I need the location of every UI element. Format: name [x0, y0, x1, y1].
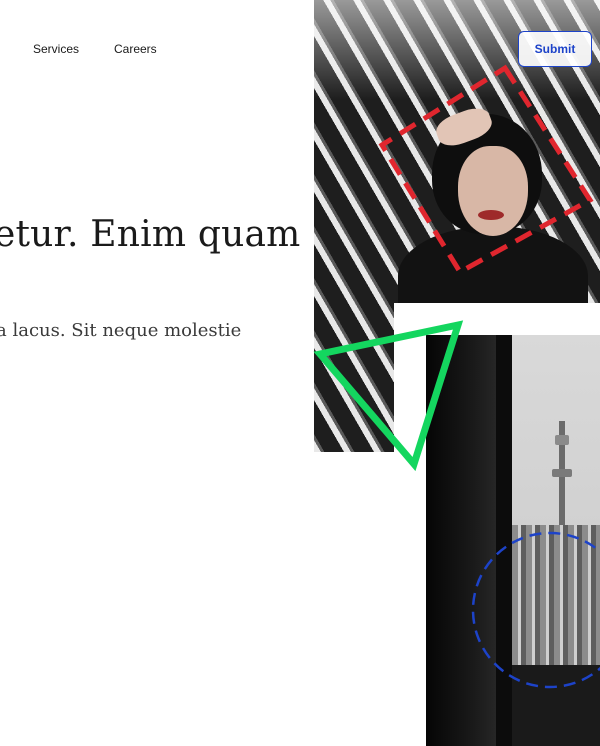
- woman-face: [458, 146, 528, 236]
- nav-link-services[interactable]: Services: [33, 42, 79, 56]
- hero-subtext: a lacus. Sit neque molestie: [0, 320, 242, 341]
- city-photo: [426, 335, 600, 746]
- submit-button[interactable]: Submit: [518, 31, 592, 67]
- nav-link-careers[interactable]: Careers: [114, 42, 157, 56]
- top-nav: t Services Careers: [0, 0, 320, 100]
- woman-figure: [378, 103, 588, 326]
- window-edge: [496, 335, 512, 746]
- tower-mid-deck: [552, 469, 572, 477]
- hero-headline: etur. Enim quam: [0, 214, 301, 255]
- window-bottom-shadow: [512, 665, 600, 746]
- woman-lips: [478, 210, 504, 220]
- window-frame: [426, 335, 506, 746]
- tower-observation-deck: [555, 435, 569, 445]
